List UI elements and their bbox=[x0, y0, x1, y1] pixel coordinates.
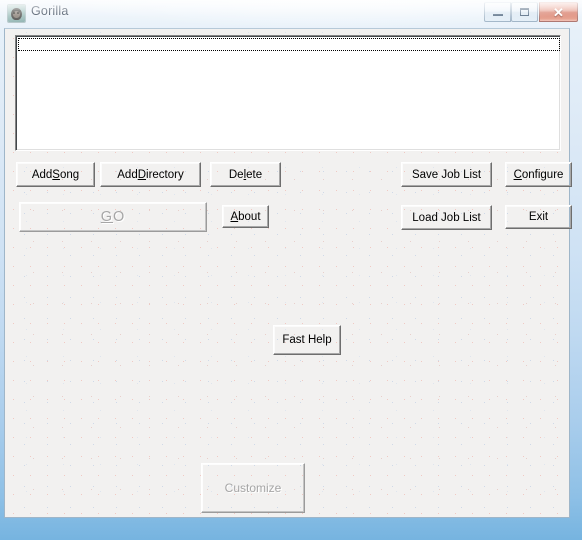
client-area: Add Song Add Directory De l ete Save Job L… bbox=[4, 28, 572, 518]
go-label-post: O bbox=[113, 209, 126, 225]
gorilla-icon bbox=[8, 5, 25, 22]
add-directory-button[interactable]: Add Directory bbox=[100, 162, 201, 187]
fast-help-button[interactable]: Fast Help bbox=[273, 325, 341, 355]
add-song-label-pre: Add bbox=[31, 168, 53, 181]
save-job-list-label: Save Job List bbox=[411, 168, 482, 181]
exit-button[interactable]: Exit bbox=[505, 205, 572, 229]
delete-label-pre: De bbox=[228, 168, 244, 181]
configure-label-post: onfigure bbox=[521, 168, 564, 181]
load-job-list-label: Load Job List bbox=[412, 211, 481, 224]
close-icon: ✕ bbox=[553, 5, 564, 20]
customize-button[interactable]: Customize bbox=[201, 463, 305, 513]
fast-help-label: Fast Help bbox=[282, 334, 332, 346]
delete-button[interactable]: De l ete bbox=[210, 162, 281, 187]
add-song-label-post: ong bbox=[59, 168, 80, 181]
title-bar[interactable]: Gorilla ✕ bbox=[0, 0, 582, 28]
save-job-list-button[interactable]: Save Job List bbox=[401, 162, 492, 187]
close-button[interactable]: ✕ bbox=[539, 2, 578, 22]
list-focus-indicator bbox=[18, 38, 560, 51]
load-job-list-button[interactable]: Load Job List bbox=[401, 205, 492, 230]
about-accel: A bbox=[230, 210, 239, 223]
job-list[interactable] bbox=[15, 35, 561, 151]
about-button[interactable]: About bbox=[222, 205, 269, 228]
minimize-icon bbox=[492, 14, 503, 16]
go-button[interactable]: GO bbox=[19, 202, 207, 232]
configure-button[interactable]: Configure bbox=[505, 162, 572, 187]
delete-label-post: ete bbox=[246, 168, 263, 181]
about-label-post: bout bbox=[238, 210, 261, 223]
application-window: Gorilla ✕ Add Song Add Directory De l ete … bbox=[0, 0, 582, 540]
exit-label: Exit bbox=[528, 211, 549, 223]
minimize-button[interactable] bbox=[484, 2, 511, 22]
add-directory-label-post: irectory bbox=[146, 168, 184, 181]
configure-accel: C bbox=[513, 168, 522, 181]
add-directory-label-pre: Add bbox=[117, 168, 138, 181]
customize-label: Customize bbox=[224, 481, 282, 495]
add-song-button[interactable]: Add Song bbox=[16, 162, 95, 187]
window-title: Gorilla bbox=[31, 4, 69, 18]
add-song-accel: S bbox=[52, 168, 60, 181]
go-accel: G bbox=[100, 209, 113, 225]
add-directory-accel: D bbox=[137, 168, 147, 181]
maximize-button[interactable] bbox=[511, 2, 538, 22]
maximize-icon bbox=[520, 8, 529, 16]
